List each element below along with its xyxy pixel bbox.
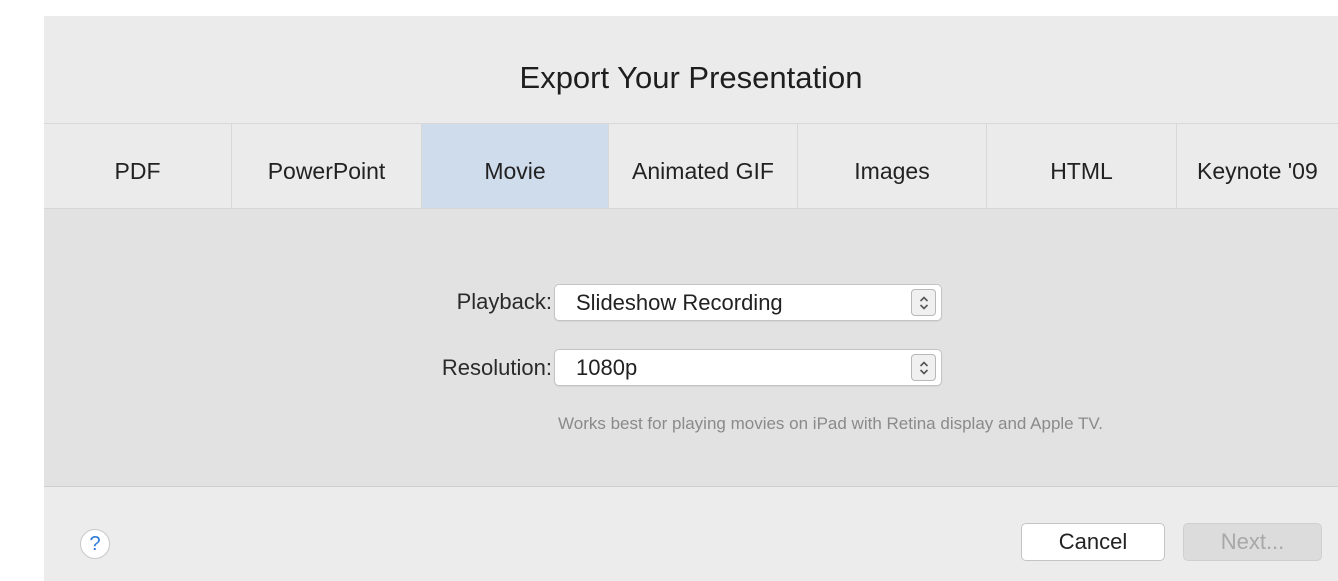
playback-label: Playback: bbox=[456, 289, 552, 314]
export-dialog: Export Your Presentation PDF PowerPoint … bbox=[44, 16, 1338, 581]
export-format-tabs: PDF PowerPoint Movie Animated GIF Images… bbox=[44, 123, 1338, 209]
tab-animated-gif[interactable]: Animated GIF bbox=[609, 124, 798, 208]
resolution-chevron-updown-icon bbox=[911, 354, 936, 381]
tab-keynote-09[interactable]: Keynote '09 bbox=[1177, 124, 1338, 208]
tab-pdf[interactable]: PDF bbox=[44, 124, 232, 208]
dialog-title: Export Your Presentation bbox=[519, 60, 863, 95]
tab-images[interactable]: Images bbox=[798, 124, 987, 208]
resolution-value: 1080p bbox=[576, 355, 638, 380]
tab-movie[interactable]: Movie bbox=[422, 124, 609, 208]
resolution-hint: Works best for playing movies on iPad wi… bbox=[558, 414, 1103, 433]
cancel-button[interactable]: Cancel bbox=[1021, 523, 1165, 561]
resolution-label: Resolution: bbox=[441, 355, 552, 380]
playback-chevron-updown-icon bbox=[911, 289, 936, 316]
tab-html[interactable]: HTML bbox=[987, 124, 1177, 208]
tab-powerpoint[interactable]: PowerPoint bbox=[232, 124, 422, 208]
dialog-footer: ? Cancel Next... bbox=[44, 487, 1338, 581]
movie-options-panel: Playback: Slideshow Recording Resolution… bbox=[44, 209, 1338, 487]
playback-value: Slideshow Recording bbox=[576, 290, 783, 315]
playback-popup[interactable]: Slideshow Recording bbox=[554, 284, 942, 321]
next-button[interactable]: Next... bbox=[1183, 523, 1322, 561]
resolution-popup[interactable]: 1080p bbox=[554, 349, 942, 386]
help-button[interactable]: ? bbox=[80, 529, 110, 559]
